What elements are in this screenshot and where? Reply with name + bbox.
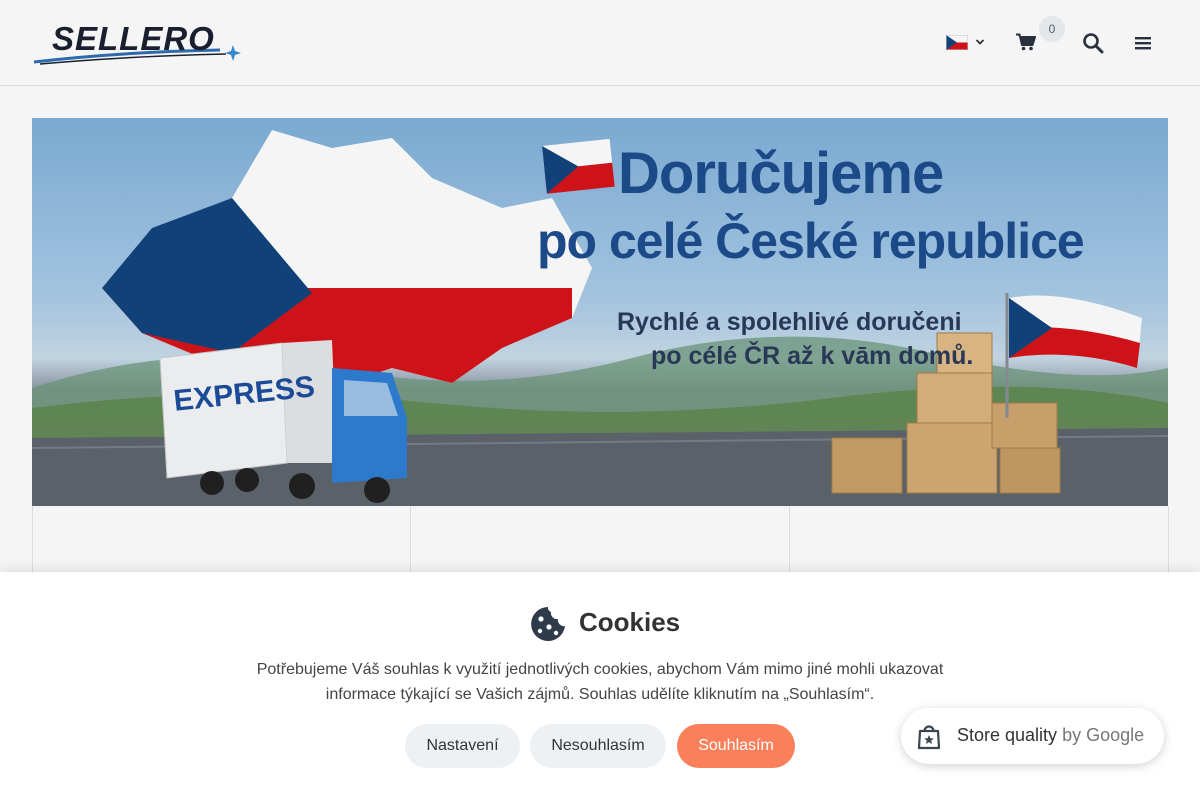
- search-icon: [1083, 33, 1104, 54]
- google-badge-label: Store quality by Google: [957, 725, 1144, 746]
- cookie-consent-bar: Cookies Potřebujeme Váš souhlas k využit…: [0, 572, 1200, 800]
- language-selector[interactable]: [946, 34, 990, 52]
- chevron-down-icon: [975, 39, 985, 45]
- banner-headline-line1: Doručujeme: [618, 141, 944, 206]
- hamburger-menu-icon: [1135, 37, 1151, 50]
- hero-banner[interactable]: Doručujeme po celé České republice Rychl…: [32, 118, 1168, 506]
- banner-headline-line2: po celé České republice: [537, 213, 1085, 269]
- cookie-decline-button[interactable]: Nesouhlasím: [530, 724, 666, 768]
- site-header: SELLERO 0: [0, 0, 1200, 86]
- cart-button[interactable]: [1016, 33, 1038, 53]
- google-store-quality-icon: [917, 725, 941, 750]
- logo-text: SELLERO: [52, 20, 215, 57]
- search-button[interactable]: [1082, 32, 1104, 54]
- banner-subline2: po célé ČR až k vām domů.: [651, 342, 974, 370]
- menu-button[interactable]: [1133, 34, 1153, 52]
- cookie-settings-button[interactable]: Nastavení: [405, 724, 520, 768]
- cart-count-badge: 0: [1039, 16, 1065, 42]
- cookie-accept-button[interactable]: Souhlasím: [677, 724, 795, 768]
- google-badge-title: Store quality: [957, 725, 1058, 745]
- google-badge-by: by Google: [1062, 725, 1145, 745]
- cookie-description: Potřebujeme Váš souhlas k využití jednot…: [256, 661, 944, 703]
- banner-subline1: Rychlé a spolehlivé doručeni: [617, 308, 962, 336]
- cookie-icon: [531, 607, 565, 641]
- google-store-quality-badge[interactable]: Store quality by Google: [901, 708, 1164, 764]
- czech-flag-icon: [946, 35, 968, 50]
- sellero-logo[interactable]: SELLERO: [30, 18, 245, 68]
- cookie-title: Cookies: [579, 607, 681, 637]
- cart-icon: [1016, 33, 1036, 51]
